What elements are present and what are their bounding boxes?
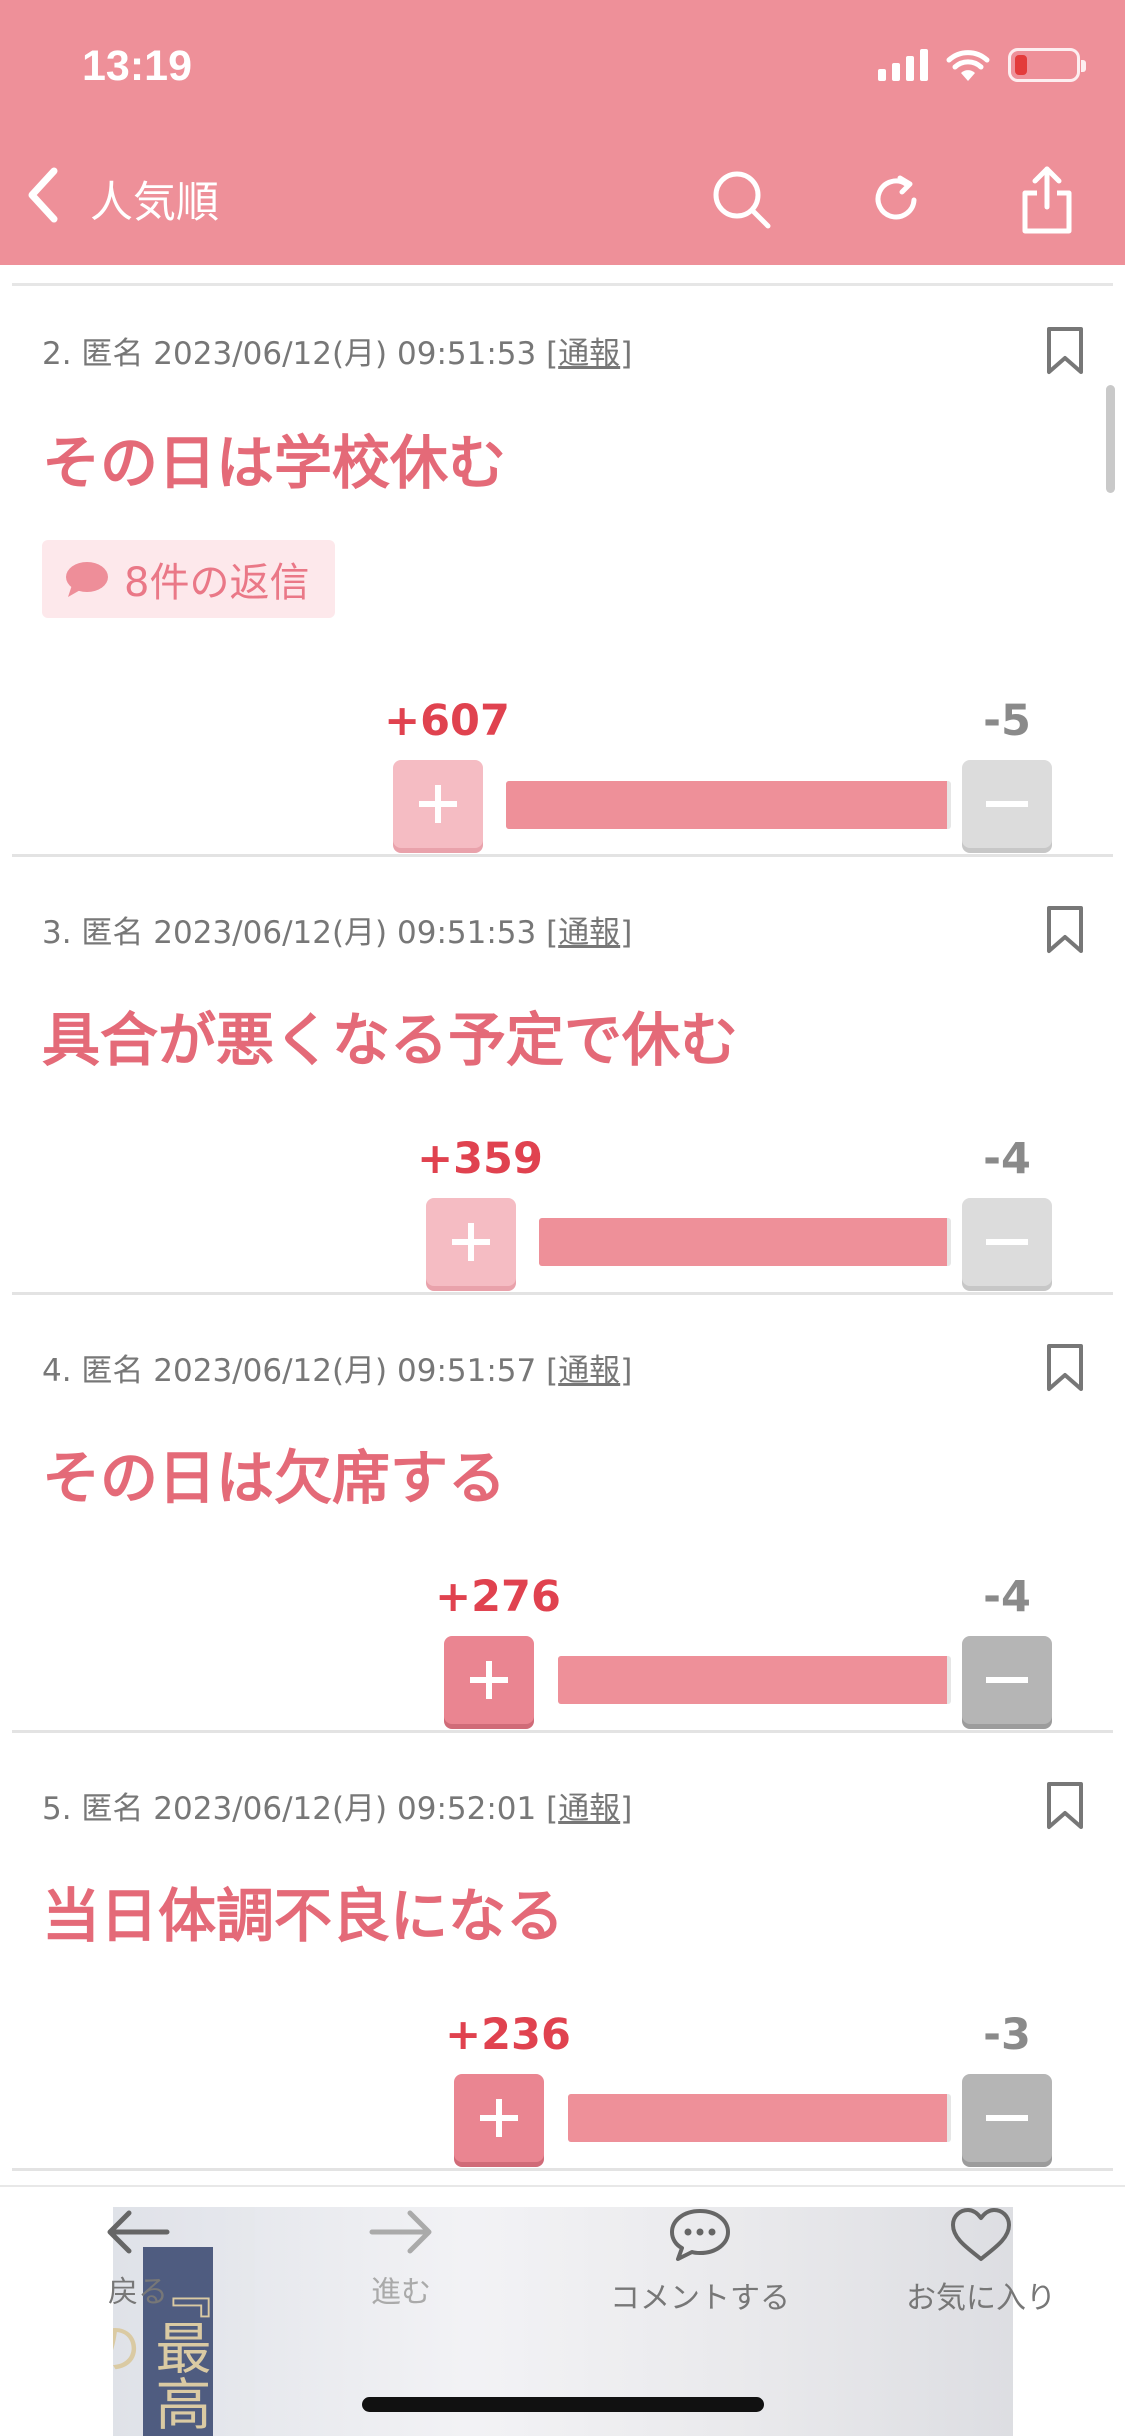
cellular-signal-icon: [878, 49, 928, 81]
back-label: 戻る: [108, 2275, 168, 2310]
bookmark-icon[interactable]: [1045, 905, 1085, 955]
comment-body: 具合が悪くなる予定で休む: [42, 1006, 739, 1074]
speech-bubble-icon: [66, 562, 108, 597]
minus-count: -4: [983, 1134, 1031, 1184]
plus-count: +236: [445, 2010, 571, 2060]
comment-item: 5. 匿名 2023/06/12(月) 09:52:01 [通報] 当日体調不良…: [12, 1733, 1113, 2171]
back-button[interactable]: 戻る: [105, 2207, 171, 2311]
comment-body: その日は欠席する: [42, 1444, 507, 1512]
comment-item: 3. 匿名 2023/06/12(月) 09:51:53 [通報] 具合が悪くな…: [12, 857, 1113, 1295]
page-title: 人気順: [90, 178, 219, 228]
status-icons: [878, 48, 1086, 82]
favorite-label: お気に入り: [906, 2281, 1056, 2316]
vote-ratio-fill: [506, 781, 947, 829]
forward-label: 進む: [371, 2275, 431, 2310]
minus-count: -4: [983, 1572, 1031, 1622]
comment-meta: 3. 匿名 2023/06/12(月) 09:51:53 [通報]: [42, 915, 633, 951]
comment-button[interactable]: コメントする: [610, 2207, 790, 2317]
home-indicator: [362, 2397, 764, 2412]
vote-ratio-fill: [568, 2094, 948, 2142]
comment-body: 当日体調不良になる: [42, 1882, 565, 1950]
comment-list: 2. 匿名 2023/06/12(月) 09:51:53 [通報] その日は学校…: [0, 265, 1125, 2185]
report-link[interactable]: 通報: [558, 336, 620, 372]
battery-icon: [1008, 48, 1086, 82]
header: 13:19 人気順: [0, 0, 1125, 265]
minus-count: -3: [983, 2010, 1031, 2060]
comment-item: 2. 匿名 2023/06/12(月) 09:51:53 [通報] その日は学校…: [12, 286, 1113, 857]
comment-meta: 5. 匿名 2023/06/12(月) 09:52:01 [通報]: [42, 1791, 633, 1827]
vote-ratio-bar: [558, 1656, 951, 1704]
minus-vote-button[interactable]: [962, 760, 1052, 848]
status-time: 13:19: [82, 42, 192, 90]
report-link[interactable]: 通報: [558, 1353, 620, 1389]
minus-count: -5: [983, 696, 1031, 746]
scrollbar[interactable]: [1106, 385, 1115, 493]
search-icon[interactable]: [702, 160, 782, 240]
minus-vote-button[interactable]: [962, 2074, 1052, 2162]
plus-vote-button[interactable]: [454, 2074, 544, 2162]
vote-ratio-bar: [568, 2094, 951, 2142]
plus-vote-button[interactable]: [426, 1198, 516, 1286]
replies-button[interactable]: 8件の返信: [42, 540, 336, 618]
minus-vote-button[interactable]: [962, 1636, 1052, 1724]
back-chevron-icon[interactable]: [22, 160, 72, 230]
report-link[interactable]: 通報: [558, 915, 620, 951]
vote-ratio-bar: [539, 1218, 951, 1266]
comment-bubble-icon: [670, 2209, 730, 2261]
comment-meta: 2. 匿名 2023/06/12(月) 09:51:53 [通報]: [42, 336, 633, 372]
refresh-icon[interactable]: [856, 160, 936, 240]
arrow-left-icon: [107, 2210, 170, 2254]
minus-vote-button[interactable]: [962, 1198, 1052, 1286]
comment-meta: 4. 匿名 2023/06/12(月) 09:51:57 [通報]: [42, 1353, 633, 1389]
favorite-button[interactable]: お気に入り: [906, 2207, 1056, 2317]
plus-vote-button[interactable]: [393, 760, 483, 848]
plus-count: +607: [384, 696, 510, 746]
comment-body: その日は学校休む: [42, 429, 507, 497]
vote-ratio-bar: [506, 781, 951, 829]
vote-ratio-fill: [558, 1656, 948, 1704]
report-link[interactable]: 通報: [558, 1791, 620, 1827]
bookmark-icon[interactable]: [1045, 326, 1085, 376]
vote-ratio-fill: [539, 1218, 947, 1266]
heart-icon: [951, 2208, 1011, 2261]
forward-button[interactable]: 進む: [368, 2207, 434, 2311]
comment-label: コメントする: [610, 2281, 790, 2316]
wifi-icon: [946, 50, 990, 81]
plus-count: +359: [417, 1134, 543, 1184]
comment-item: 4. 匿名 2023/06/12(月) 09:51:57 [通報] その日は欠席…: [12, 1295, 1113, 1733]
arrow-right-icon: [369, 2210, 432, 2254]
bookmark-icon[interactable]: [1045, 1781, 1085, 1831]
plus-vote-button[interactable]: [444, 1636, 534, 1724]
plus-count: +276: [435, 1572, 561, 1622]
bookmark-icon[interactable]: [1045, 1343, 1085, 1393]
replies-label: 8件の返信: [124, 560, 310, 606]
share-icon[interactable]: [1007, 160, 1087, 240]
